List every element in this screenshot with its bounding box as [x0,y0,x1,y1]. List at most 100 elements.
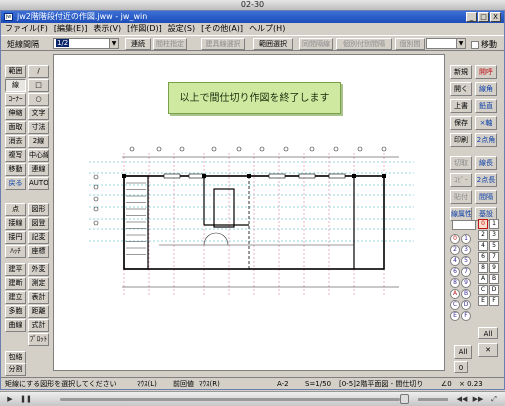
layer-group-all-button[interactable]: All [454,345,472,359]
left-tool-13-1[interactable]: 外変 [28,263,49,276]
layer-4[interactable]: 4 [478,241,488,251]
fitting-select-button[interactable]: 建具線選択 [201,38,245,50]
spacing-select[interactable]: 1/2 ▼ [53,38,119,49]
right-tool-4-1[interactable]: 2点角 [475,133,497,147]
left-tool-13-0[interactable]: 建平 [5,263,26,276]
right-tool-0-0[interactable]: 新規 [450,65,472,79]
layer-12[interactable]: C [478,285,488,295]
layer-group-5[interactable]: 5 [461,256,471,266]
left-tool-10-0[interactable]: 接線 [5,217,26,230]
layer-group-14[interactable]: E [450,311,460,321]
layer-group-8[interactable]: 8 [450,278,460,288]
left-tool-15-1[interactable]: 表計 [28,291,49,304]
layer-group-9[interactable]: 9 [461,278,471,288]
checkbox-box[interactable] [471,40,479,49]
move-checkbox[interactable]: 移動 [471,39,497,50]
layer-group-12[interactable]: C [450,300,460,310]
left-tool-14-1[interactable]: 測定 [28,277,49,290]
left-tool-16-1[interactable]: 距離 [28,305,49,318]
left-tool-17-0[interactable]: 曲線 [5,319,26,332]
layer-11[interactable]: B [489,274,499,284]
right-tool-1-0[interactable]: 開く [450,82,472,96]
range-select-button[interactable]: 範囲選択 [253,38,293,50]
left-tool-7-0[interactable]: 移動 [5,163,26,176]
right-tool-3-0[interactable]: 保存 [450,116,472,130]
left-tool-6-1[interactable]: 中心線 [28,149,49,162]
layer-group-13[interactable]: D [461,300,471,310]
maximize-button[interactable]: □ [478,12,489,22]
fullscreen-icon[interactable]: ⤢ [488,394,500,404]
menu-help[interactable]: ヘルプ(H) [249,23,285,34]
left-tool-9-0[interactable]: 点 [5,203,26,216]
minimize-button[interactable]: _ [466,12,477,22]
menu-file[interactable]: ファイル(F) [5,23,48,34]
layer-15[interactable]: F [489,296,499,306]
rewind-icon[interactable]: ◀◀ [456,394,468,404]
right-tool-4-0[interactable]: 印刷 [450,133,472,147]
status-paper-size[interactable]: A-2 [277,378,289,390]
left-tool-1-1[interactable]: □ [28,79,49,92]
stud-spec-button[interactable]: 間柱指定 [153,38,187,50]
left-tool-3-0[interactable]: 伸縮 [5,107,26,120]
left-tool-16-0[interactable]: 多胞 [5,305,26,318]
drawing-canvas[interactable]: 以上で間仕切り作図を終了します [53,54,445,371]
layer-group-15[interactable]: F [461,311,471,321]
close-layers-icon[interactable]: ✕ [478,343,498,357]
continuous-button[interactable]: 連続 [125,38,151,50]
layer-group-10[interactable]: A [450,289,460,299]
layer-5[interactable]: 5 [489,241,499,251]
left-tool-6-0[interactable]: 複写 [5,149,26,162]
right-tool-7-0[interactable]: 貼付 [450,190,472,204]
layer-1[interactable]: 1 [489,219,499,229]
left-tool-9-1[interactable]: 図形 [28,203,49,216]
menu-view[interactable]: 表示(V) [93,23,121,34]
layer-14[interactable]: E [478,296,488,306]
layer-group-6[interactable]: 6 [450,267,460,277]
right-tool-0-1[interactable]: 開呼 [475,65,497,79]
right-tool-5-1[interactable]: 線長 [475,156,497,170]
right-tool-3-1[interactable]: ×軸 [475,116,497,130]
layer-group-11[interactable]: B [461,289,471,299]
left-tool-8-0[interactable]: 戻る [5,177,26,190]
status-layer[interactable]: [0-5]2階平面図 - 間仕切り [339,378,423,390]
seek-handle[interactable] [400,394,409,404]
layer-group-3[interactable]: 3 [461,245,471,255]
play-icon[interactable]: ▶ [4,394,16,404]
left-tool-0-0[interactable]: 範囲 [5,65,26,78]
menu-other[interactable]: [その他(A)] [201,23,243,34]
equal-spacing-button[interactable]: 同間隔線 [299,38,333,50]
line-type-indicator[interactable] [452,220,476,230]
layer-9[interactable]: 9 [489,263,499,273]
status-zoom[interactable]: × 0.23 [459,378,483,390]
right-tool-5-0[interactable]: 切取 [450,156,472,170]
volume-slider[interactable] [418,398,448,401]
layer-group-1[interactable]: 1 [461,234,471,244]
left-tool-7-1[interactable]: 連線 [28,163,49,176]
left-tool-5-1[interactable]: 2線 [28,135,49,148]
left-tool-11-0[interactable]: 接円 [5,231,26,244]
left-tool-12-0[interactable]: ﾊｯﾁ [5,245,26,258]
left-tool-10-1[interactable]: 図登 [28,217,49,230]
menu-draw[interactable]: [作図(D)] [127,23,162,34]
layer-7[interactable]: 7 [489,252,499,262]
right-tool-6-0[interactable]: ｺﾋﾟｰ [450,173,472,187]
window-titlebar[interactable]: jw jw2階階段付近の作図.jww - jw_win _ □ X [1,11,504,23]
layer-group-2[interactable]: 2 [450,245,460,255]
left-tool-1-0[interactable]: 線 [5,79,26,92]
gap-combo[interactable]: ▼ [426,38,466,49]
layer-10[interactable]: A [478,274,488,284]
left-tool-18-1[interactable]: ﾌﾟﾛｯﾄ [28,333,49,346]
seek-track[interactable] [60,398,400,401]
individual-spacing-button[interactable]: 個別付別間隔 [336,38,392,50]
left-tool-11-1[interactable]: 記変 [28,231,49,244]
left-tool-0-1[interactable]: / [28,65,49,78]
layer-group-7[interactable]: 7 [461,267,471,277]
layer-zero-button[interactable]: 0 [454,361,468,373]
left-tool-17-1[interactable]: 式計 [28,319,49,332]
layer-2[interactable]: 2 [478,230,488,240]
layer-13[interactable]: D [489,285,499,295]
right-tool-2-1[interactable]: 鉛直 [475,99,497,113]
left-tool-20-0[interactable]: 分割 [5,363,26,376]
left-tool-2-1[interactable]: ○ [28,93,49,106]
left-tool-15-0[interactable]: 建立 [5,291,26,304]
